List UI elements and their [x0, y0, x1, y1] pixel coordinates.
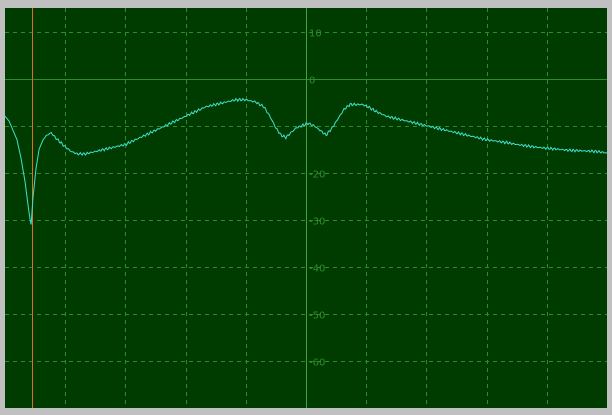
y-tick-label: -40 — [309, 264, 325, 275]
y-tick-label: 0 — [309, 76, 315, 87]
y-tick-label: 10 — [309, 29, 322, 40]
y-tick-label: -50 — [309, 311, 325, 322]
frequency-response-chart: 10 0 -20 -30 -40 -50 -60 — [4, 8, 608, 408]
y-tick-label: -30 — [309, 217, 325, 228]
chart-frame: 10 0 -20 -30 -40 -50 -60 — [0, 0, 612, 415]
y-tick-label: -60 — [309, 358, 325, 369]
y-tick-label: -20 — [309, 170, 325, 181]
